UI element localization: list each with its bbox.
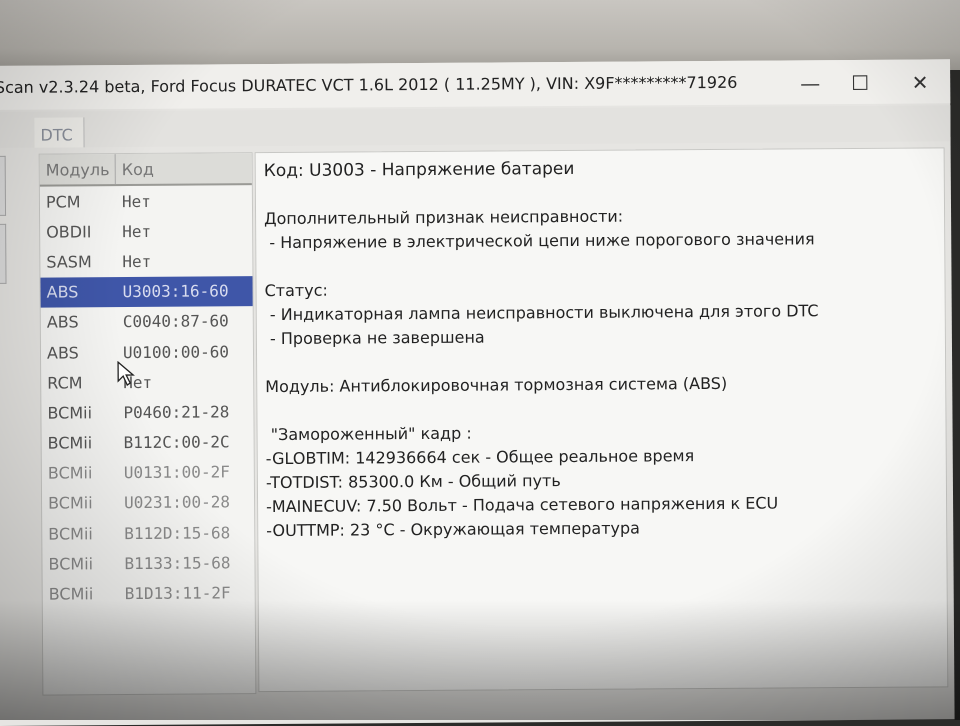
list-row[interactable]: ABS U3003:16-60 xyxy=(40,275,253,308)
mouse-cursor-icon xyxy=(117,360,135,387)
list-row[interactable]: BCMii B112C:00-2C xyxy=(42,427,254,459)
list-row[interactable]: PCM Нет xyxy=(40,185,252,217)
dtc-list[interactable]: Модуль Код PCM Нет OBDII Нет SASM Нет ABS U3003… xyxy=(38,152,257,696)
row-module: OBDII xyxy=(46,222,92,242)
row-module: BCMii xyxy=(47,493,93,514)
list-header: Модуль Код xyxy=(39,153,252,187)
list-row[interactable]: BCMii B1133:15-68 xyxy=(42,547,254,579)
list-row[interactable]: BCMii P0460:21-28 xyxy=(41,396,253,428)
list-row[interactable]: ABS C0040:87-60 xyxy=(41,306,253,338)
row-code: U3003:16-60 xyxy=(122,281,229,302)
list-row[interactable]: BCMii U0131:00-2F xyxy=(42,457,254,489)
row-code: Нет xyxy=(122,221,152,241)
list-row[interactable]: BCMii B1D13:11-2F xyxy=(43,578,255,610)
list-row[interactable]: RCM Нет xyxy=(41,366,253,398)
row-code: B1D13:11-2F xyxy=(124,583,231,604)
row-module: PCM xyxy=(45,191,81,212)
list-row[interactable]: BCMii B112D:15-68 xyxy=(42,517,254,549)
row-module: SASM xyxy=(46,252,92,272)
app-window: IScan v2.3.24 beta, Ford Focus DURATEC V… xyxy=(0,59,955,726)
detail-freeze-item: -OUTTMP: 23 °C - Окружающая температура xyxy=(266,518,640,541)
row-module: ABS xyxy=(46,312,79,332)
list-row[interactable]: BCMii U0231:00-28 xyxy=(42,487,254,519)
row-code: B112C:00-2C xyxy=(123,432,230,453)
side-button[interactable] xyxy=(0,223,7,284)
side-button[interactable] xyxy=(0,155,7,216)
row-code: B112D:15-68 xyxy=(124,522,231,543)
row-module: RCM xyxy=(47,373,83,393)
list-row[interactable]: ABS U0100:00-60 xyxy=(41,336,253,368)
close-icon[interactable]: ✕ xyxy=(900,67,940,97)
row-module: BCMii xyxy=(48,554,94,574)
row-code: Нет xyxy=(122,251,152,272)
row-code: Нет xyxy=(121,191,151,211)
row-code: U0131:00-2F xyxy=(123,462,230,483)
side-panel-edge xyxy=(0,155,13,436)
column-header-module[interactable]: Модуль xyxy=(39,154,116,185)
tab-dtc[interactable]: DTC xyxy=(34,117,85,148)
row-module: BCMii xyxy=(47,463,93,483)
row-code: C0040:87-60 xyxy=(122,311,229,332)
row-code: P0460:21-28 xyxy=(123,402,230,422)
column-header-code[interactable]: Код xyxy=(116,154,154,184)
row-module: BCMii xyxy=(48,523,93,544)
list-row[interactable]: OBDII Нет xyxy=(40,215,252,247)
row-module: BCMii xyxy=(47,433,93,453)
row-module: ABS xyxy=(46,342,79,363)
row-module: ABS xyxy=(46,282,79,302)
window-title: IScan v2.3.24 beta, Ford Focus DURATEC V… xyxy=(0,72,738,97)
dtc-detail-panel: Код: U3003 - Напряжение батареи Дополнит… xyxy=(254,147,949,693)
minimize-icon[interactable]: — xyxy=(790,68,830,98)
maximize-icon[interactable]: ☐ xyxy=(840,68,880,98)
row-code: U0231:00-28 xyxy=(123,492,231,513)
row-code: B1133:15-68 xyxy=(124,553,231,573)
row-module: BCMii xyxy=(48,584,94,604)
row-code: U0100:00-60 xyxy=(122,341,230,362)
list-row[interactable]: SASM Нет xyxy=(40,246,252,278)
row-module: BCMii xyxy=(47,403,93,423)
title-bar: IScan v2.3.24 beta, Ford Focus DURATEC V… xyxy=(0,59,951,110)
tab-bar: DTC xyxy=(0,105,951,148)
